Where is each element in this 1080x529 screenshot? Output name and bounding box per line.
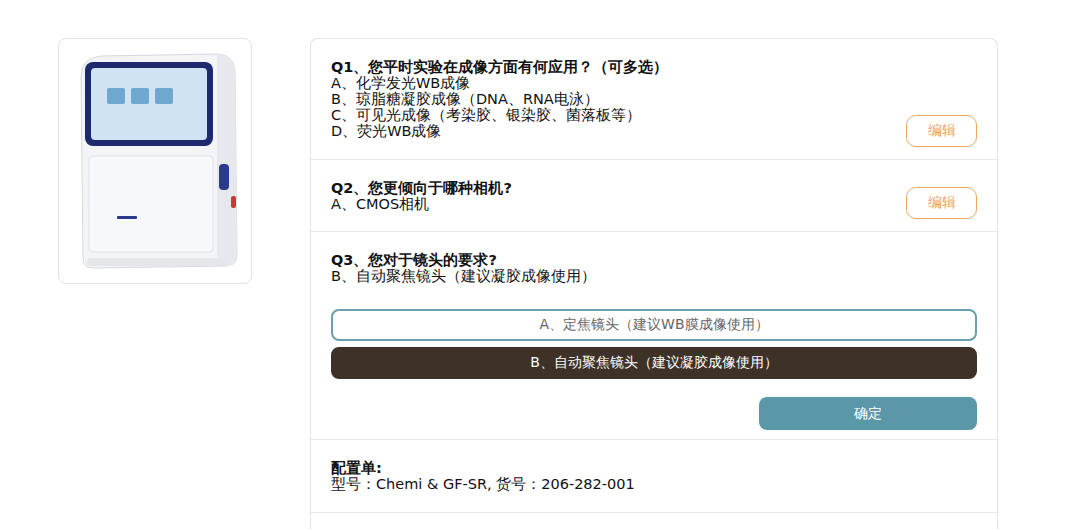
- answer-line: B、琼脂糖凝胶成像（DNA、RNA电泳）: [331, 91, 668, 107]
- question-section: Q1、您平时实验在成像方面有何应用？（可多选）A、化学发光WB成像B、琼脂糖凝胶…: [311, 39, 997, 160]
- question-row: Q1、您平时实验在成像方面有何应用？（可多选）A、化学发光WB成像B、琼脂糖凝胶…: [331, 59, 977, 147]
- question-text: Q1、您平时实验在成像方面有何应用？（可多选）A、化学发光WB成像B、琼脂糖凝胶…: [331, 59, 668, 147]
- question-text: Q3、您对于镜头的要求?B、自动聚焦镜头（建议凝胶成像使用）: [331, 252, 596, 284]
- question-title: Q2、您更倾向于哪种相机?: [331, 180, 512, 196]
- question-row: Q3、您对于镜头的要求?B、自动聚焦镜头（建议凝胶成像使用）: [331, 252, 977, 284]
- answer-line: A、CMOS相机: [331, 196, 512, 212]
- edit-button[interactable]: 编辑: [906, 115, 977, 147]
- question-section: Q3、您对于镜头的要求?B、自动聚焦镜头（建议凝胶成像使用）A、定焦镜头（建议W…: [311, 232, 997, 440]
- answer-line: D、荧光WB成像: [331, 123, 668, 139]
- answer-line: B、自动聚焦镜头（建议凝胶成像使用）: [331, 268, 596, 284]
- option-button[interactable]: A、定焦镜头（建议WB膜成像使用）: [331, 309, 977, 341]
- question-section: Q2、您更倾向于哪种相机?A、CMOS相机 编辑: [311, 160, 997, 232]
- config-title: 配置单:: [331, 460, 977, 476]
- question-text: Q2、您更倾向于哪种相机?A、CMOS相机: [331, 180, 512, 219]
- answer-line: A、化学发光WB成像: [331, 75, 668, 91]
- product-image: [58, 38, 252, 284]
- question-title: Q1、您平时实验在成像方面有何应用？（可多选）: [331, 59, 668, 75]
- option-button[interactable]: B、自动聚焦镜头（建议凝胶成像使用）: [331, 347, 977, 379]
- imager-device-icon: [67, 46, 243, 276]
- question-row: Q2、您更倾向于哪种相机?A、CMOS相机 编辑: [331, 180, 977, 219]
- confirm-row: 确定: [331, 397, 977, 430]
- config-panel: Q1、您平时实验在成像方面有何应用？（可多选）A、化学发光WB成像B、琼脂糖凝胶…: [310, 38, 998, 529]
- question-title: Q3、您对于镜头的要求?: [331, 252, 596, 268]
- config-section: 配置单:型号：Chemi & GF-SR, 货号：206-282-001: [311, 440, 997, 513]
- option-list: A、定焦镜头（建议WB膜成像使用） B、自动聚焦镜头（建议凝胶成像使用）: [331, 309, 977, 379]
- next-section: [311, 513, 997, 529]
- answer-line: C、可见光成像（考染胶、银染胶、菌落板等）: [331, 107, 668, 123]
- confirm-button[interactable]: 确定: [759, 397, 977, 430]
- config-text: 型号：Chemi & GF-SR, 货号：206-282-001: [331, 476, 977, 492]
- edit-button[interactable]: 编辑: [906, 187, 977, 219]
